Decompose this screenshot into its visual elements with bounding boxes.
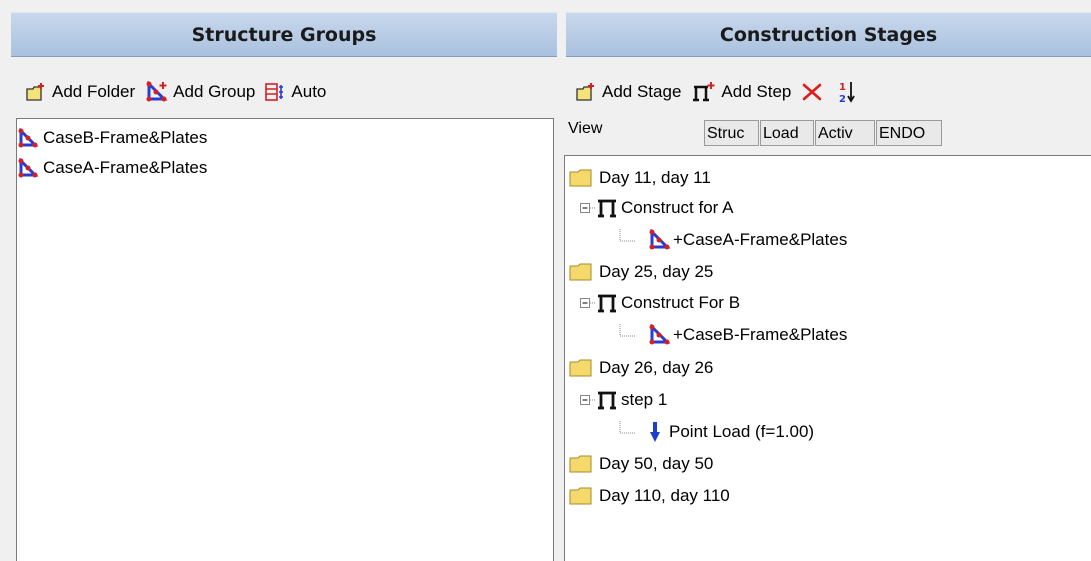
stage-label: Day 110, day 110 <box>599 486 730 505</box>
stage-label: Day 50, day 50 <box>599 454 714 473</box>
add-folder-icon <box>26 83 44 101</box>
step-icon <box>598 391 616 410</box>
add-stage-label: Add Stage <box>602 82 682 101</box>
folder-icon <box>569 169 592 187</box>
group-label: +CaseB-Frame&Plates <box>673 325 848 344</box>
collapse-minus-icon[interactable] <box>579 295 595 311</box>
step-label: Construct for A <box>621 198 734 217</box>
delete-x-icon <box>803 83 822 101</box>
view-tab-struc[interactable]: Struc <box>704 120 759 146</box>
view-tabs: Struc Load Activ ENDO <box>704 120 943 146</box>
structure-groups-title: Structure Groups <box>191 23 377 46</box>
sort-button[interactable]: 1 2 <box>837 80 861 104</box>
add-step-icon <box>693 82 715 102</box>
list-item[interactable]: CaseA-Frame&Plates <box>17 157 207 179</box>
stage-label: Day 11, day 11 <box>599 168 711 187</box>
auto-label: Auto <box>291 82 327 101</box>
stage-node[interactable]: Day 25, day 25 <box>569 260 713 284</box>
add-step-button[interactable]: Add Step <box>691 81 791 103</box>
frame-plates-group-icon <box>18 128 39 148</box>
stage-node[interactable]: Day 50, day 50 <box>569 452 713 476</box>
add-group-label: Add Group <box>173 82 256 101</box>
tree-item[interactable]: Point Load (f=1.00) <box>617 420 814 444</box>
auto-list-icon <box>265 83 284 101</box>
frame-plates-group-icon <box>649 229 671 250</box>
view-tab-endo[interactable]: ENDO <box>876 120 942 146</box>
app-root: Structure Groups Construction Stages Add… <box>0 0 1091 561</box>
construction-stages-tree[interactable]: Day 11, day 11 Construct for A +CaseA-Fr… <box>564 155 1091 561</box>
folder-icon <box>569 487 592 505</box>
svg-text:2: 2 <box>839 94 846 104</box>
add-stage-button[interactable]: Add Stage <box>576 82 681 102</box>
group-label: +CaseA-Frame&Plates <box>673 230 848 249</box>
collapse-minus-icon[interactable] <box>579 200 595 216</box>
svg-text:1: 1 <box>839 82 846 93</box>
point-load-arrow-icon <box>650 422 660 442</box>
group-label: CaseA-Frame&Plates <box>43 158 208 177</box>
step-node[interactable]: Construct for A <box>579 196 733 220</box>
view-tab-load[interactable]: Load <box>760 120 814 146</box>
add-folder-label: Add Folder <box>52 82 136 101</box>
collapse-minus-icon[interactable] <box>579 392 595 408</box>
stage-label: Day 26, day 26 <box>599 358 714 377</box>
stage-node[interactable]: Day 11, day 11 <box>569 166 711 190</box>
step-label: step 1 <box>621 390 668 409</box>
structure-groups-header: Structure Groups <box>11 12 557 57</box>
list-item[interactable]: CaseB-Frame&Plates <box>17 127 207 149</box>
construction-stages-header: Construction Stages <box>566 12 1091 57</box>
tree-branch-line <box>619 229 635 242</box>
frame-plates-group-icon <box>649 324 671 345</box>
tree-branch-line <box>619 324 635 337</box>
folder-icon <box>569 359 592 377</box>
frame-plates-group-icon <box>18 158 39 178</box>
group-label: CaseB-Frame&Plates <box>43 128 208 147</box>
folder-icon <box>569 455 592 473</box>
construction-stages-toolbar: Add Stage Add Step 1 2 <box>576 76 871 108</box>
load-label: Point Load (f=1.00) <box>669 422 815 441</box>
stage-label: Day 25, day 25 <box>599 262 714 281</box>
tree-item[interactable]: +CaseB-Frame&Plates <box>617 323 847 347</box>
add-folder-button[interactable]: Add Folder <box>26 82 135 102</box>
add-step-label: Add Step <box>721 82 792 101</box>
step-icon <box>598 294 616 313</box>
step-icon <box>598 199 616 218</box>
stage-node[interactable]: Day 26, day 26 <box>569 356 713 380</box>
add-group-icon <box>146 81 168 102</box>
delete-button[interactable] <box>801 82 827 102</box>
step-node[interactable]: step 1 <box>579 388 667 412</box>
stage-node[interactable]: Day 110, day 110 <box>569 484 730 508</box>
structure-groups-list[interactable]: CaseB-Frame&Plates CaseA-Frame&Plates <box>16 118 554 561</box>
step-label: Construct For B <box>621 293 741 312</box>
step-node[interactable]: Construct For B <box>579 291 740 315</box>
construction-stages-title: Construction Stages <box>719 23 938 46</box>
tree-item[interactable]: +CaseA-Frame&Plates <box>617 228 847 252</box>
structure-groups-toolbar: Add Folder Add Group Auto <box>26 76 336 108</box>
tree-branch-line <box>619 421 635 434</box>
add-stage-icon <box>576 83 594 101</box>
folder-icon <box>569 263 592 281</box>
view-tab-activ[interactable]: Activ <box>815 120 875 146</box>
auto-button[interactable]: Auto <box>265 82 326 102</box>
view-label: View <box>568 120 603 137</box>
add-group-button[interactable]: Add Group <box>145 81 255 103</box>
sort-1-2-icon: 1 2 <box>839 82 856 104</box>
